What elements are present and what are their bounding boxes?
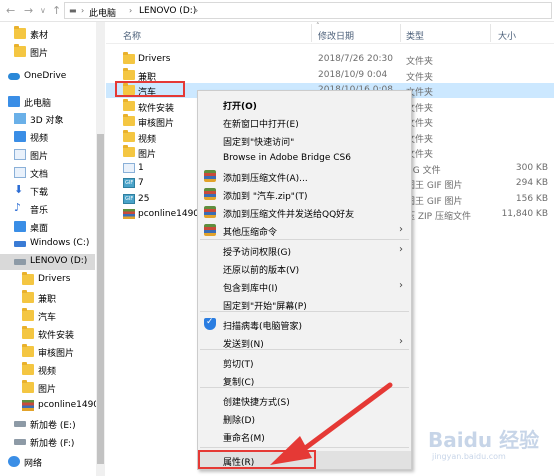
watermark-url: jingyan.baidu.com [432, 452, 506, 461]
arrow-head [270, 436, 312, 465]
arrow-shaft [297, 382, 393, 455]
pointer-arrow [270, 382, 393, 465]
watermark-logo: Baidu 经验 [428, 428, 540, 452]
baidu-watermark: Baidu 经验 jingyan.baidu.com [418, 420, 548, 470]
